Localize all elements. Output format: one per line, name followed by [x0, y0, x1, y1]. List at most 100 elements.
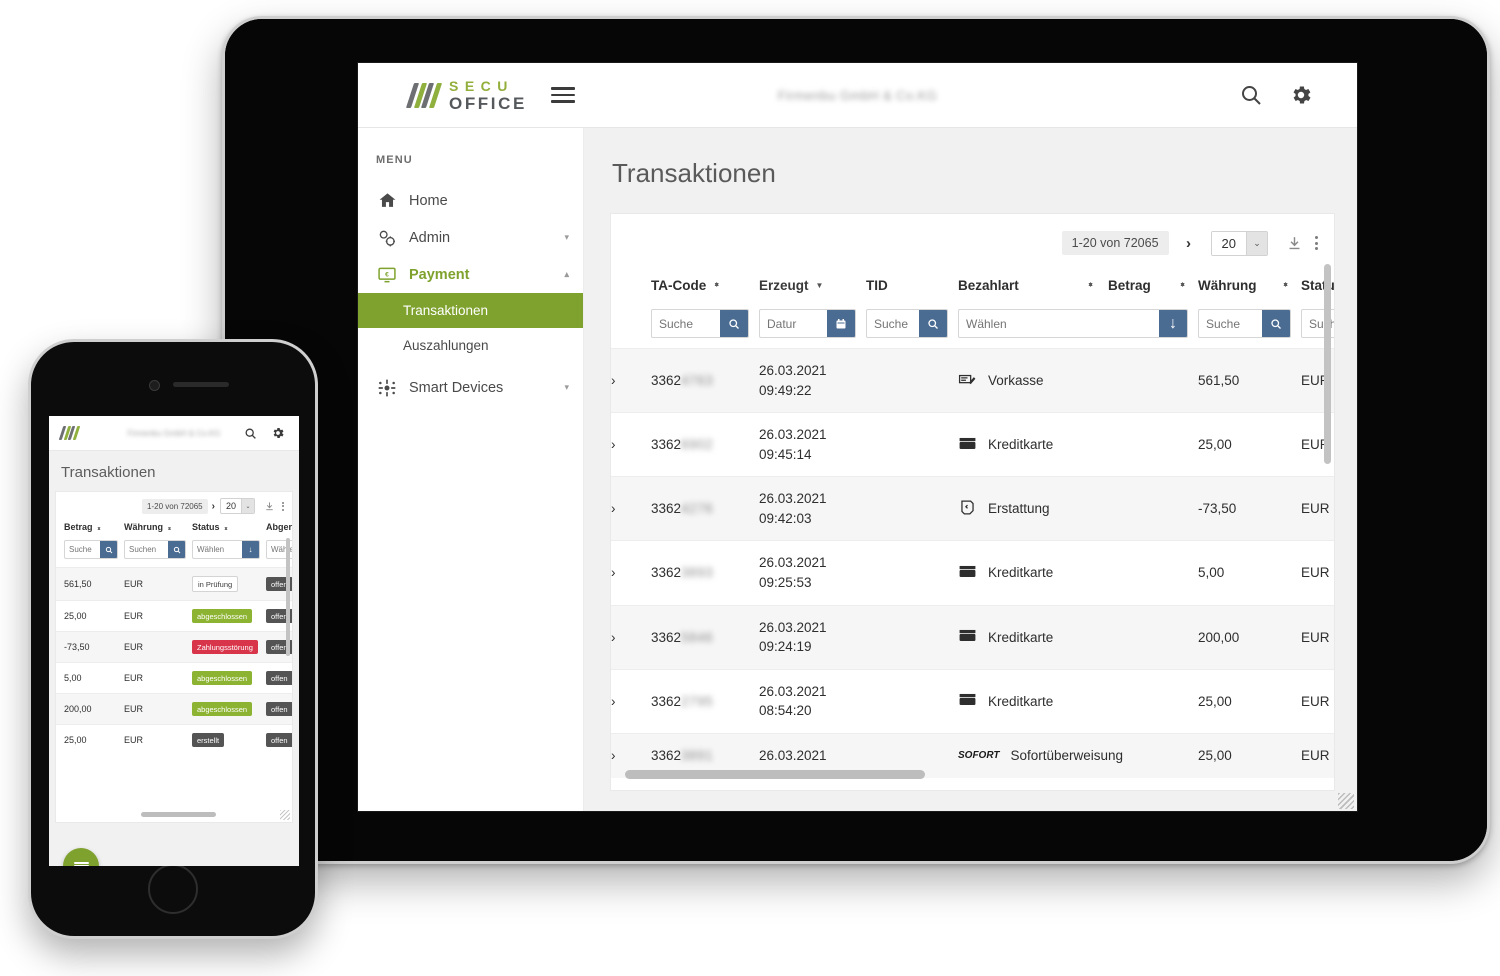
page-size-select[interactable]: 20 ⌄ [1210, 230, 1268, 256]
table-row[interactable]: › 3362 6902 26.03.2021 09:45:14 Kreditkart… [611, 412, 1334, 477]
ta-code-masked: 3893 [681, 565, 714, 581]
expand-row-chevron-icon[interactable]: › [611, 605, 651, 669]
sort-icon[interactable]: ▲ ▼ [1087, 281, 1094, 289]
next-page-button[interactable]: › [1175, 230, 1203, 256]
table-row[interactable]: › 3362 4763 26.03.2021 09:49:22 Vorkasse 5… [611, 348, 1334, 413]
column-header-status[interactable]: Status ▲ ▼ [192, 520, 266, 540]
column-header-abgerechnet[interactable]: Abgerech [266, 520, 292, 540]
search-icon[interactable] [1239, 83, 1263, 107]
dropdown-arrow-icon[interactable]: ↓ [1159, 310, 1187, 337]
filter-input-tid[interactable] [867, 310, 919, 337]
kebab-menu-icon[interactable] [1315, 236, 1318, 250]
sidebar-item-home[interactable]: Home [358, 182, 583, 219]
filter-input-status[interactable] [193, 541, 242, 558]
column-header-waehrung[interactable]: Währung ▲ ▼ [124, 520, 192, 540]
column-header-betrag[interactable]: Betrag ▲ ▼ [1108, 272, 1198, 309]
page-title: Transaktionen [612, 158, 776, 188]
cell-waehrung: EUR [1301, 748, 1330, 764]
page-size-select[interactable]: 20 ⌄ [219, 498, 255, 514]
sidebar-subitem-auszahlungen[interactable]: Auszahlungen [358, 328, 583, 363]
filter-input-betrag[interactable] [65, 541, 100, 558]
resize-grip[interactable] [280, 810, 290, 820]
kebab-menu-icon[interactable] [282, 501, 284, 511]
sort-icon[interactable]: ▲ ▼ [713, 281, 720, 289]
filter-input-ta-code[interactable] [652, 310, 720, 337]
tablet-device-frame: SECU OFFICE Firmenbu GmbH & Co.KG MENU H… [222, 16, 1490, 864]
sidebar-item-admin[interactable]: Admin ▾ [358, 219, 583, 256]
calendar-icon[interactable] [827, 310, 855, 337]
search-icon[interactable] [168, 541, 185, 558]
hamburger-menu-icon [73, 860, 89, 866]
settled-badge: offen [266, 733, 292, 747]
home-button[interactable] [148, 864, 198, 914]
search-icon[interactable] [919, 310, 947, 337]
column-header-bezahlart[interactable]: Bezahlart ▲ ▼ [958, 272, 1108, 309]
sidebar-toggle-hamburger-icon[interactable] [550, 87, 575, 103]
list-item[interactable]: 561,50 EUR in Prüfung offen [56, 567, 292, 601]
pagination-range: 1-20 von 72065 [142, 498, 208, 514]
search-icon[interactable] [100, 541, 117, 558]
credit-card-icon [958, 562, 977, 584]
vertical-scrollbar[interactable] [286, 538, 290, 656]
filter-input-erzeugt[interactable] [760, 310, 827, 337]
sidebar-item-payment[interactable]: € Payment ▴ [358, 256, 583, 293]
list-item[interactable]: 25,00 EUR erstellt offen [56, 724, 292, 756]
app-logo[interactable]: SECU OFFICE [405, 77, 527, 112]
sort-icon[interactable]: ▲ ▼ [1179, 281, 1186, 289]
front-camera [149, 380, 160, 391]
filter-cell-waehrung [124, 540, 192, 568]
expand-row-chevron-icon[interactable]: › [611, 541, 651, 605]
expand-row-chevron-icon[interactable]: › [611, 349, 651, 413]
table-row[interactable]: › 3362 2795 26.03.2021 08:54:20 Kreditkart… [611, 669, 1334, 733]
main-content: Transaktionen 1-20 von 72065 › 20 ⌄ TA-C… [584, 128, 1357, 811]
sort-desc-icon[interactable]: ▼ [816, 281, 824, 290]
column-header-erzeugt[interactable]: Erzeugt ▼ [759, 272, 866, 309]
download-icon[interactable] [1286, 235, 1303, 252]
cell-ta-code: 3362 5846 [651, 605, 759, 669]
resize-grip[interactable] [1338, 793, 1354, 809]
chevron-down-icon[interactable]: ▾ [564, 232, 569, 243]
search-icon[interactable] [1262, 310, 1290, 337]
horizontal-scrollbar[interactable] [625, 770, 925, 779]
table-row[interactable]: › 3362 4276 26.03.2021 09:42:03 Erstattung… [611, 476, 1334, 541]
payment-monitor-icon: € [376, 264, 398, 286]
bezahlart-label: Kreditkarte [988, 437, 1054, 453]
sidebar-item-smart-devices[interactable]: Smart Devices ▾ [358, 369, 583, 406]
filter-input-bezahlart[interactable] [959, 310, 1159, 337]
list-item[interactable]: -73,50 EUR Zahlungsstörung offen [56, 631, 292, 663]
floating-menu-button[interactable] [63, 848, 99, 866]
gear-icon[interactable] [1289, 83, 1313, 107]
sidebar-subitem-transaktionen[interactable]: Transaktionen [358, 293, 583, 328]
table-row[interactable]: › 3362 3893 26.03.2021 09:25:53 Kreditkart… [611, 540, 1334, 605]
column-header-tid[interactable]: TID [866, 272, 958, 309]
cell-status: in Prüfung [192, 568, 266, 601]
column-header-betrag[interactable]: Betrag ▲ ▼ [56, 520, 124, 540]
chevron-up-icon[interactable]: ▴ [564, 269, 569, 280]
next-page-button[interactable]: › [212, 501, 215, 512]
cell-status: abgeschlossen [192, 694, 266, 725]
column-header-waehrung[interactable]: Währung ▲ ▼ [1198, 272, 1301, 309]
sort-icon[interactable]: ▲ ▼ [1282, 281, 1289, 289]
cell-erzeugt: 26.03.2021 08:54:20 [759, 669, 866, 733]
table-row[interactable]: › 3362 5846 26.03.2021 09:24:19 Kreditkart… [611, 605, 1334, 670]
chevron-down-icon[interactable]: ▾ [564, 382, 569, 393]
bezahlart-label: Vorkasse [988, 373, 1044, 389]
expand-row-chevron-icon[interactable]: › [611, 477, 651, 541]
column-header-ta-code[interactable]: TA-Code ▲ ▼ [651, 272, 759, 309]
vertical-scrollbar[interactable] [1324, 264, 1331, 464]
expand-row-chevron-icon[interactable]: › [611, 669, 651, 733]
horizontal-scrollbar[interactable] [141, 812, 216, 817]
filter-input-waehrung[interactable] [125, 541, 168, 558]
list-item[interactable]: 5,00 EUR abgeschlossen offen [56, 662, 292, 694]
filter-input-betrag[interactable] [1199, 310, 1262, 337]
list-item[interactable]: 200,00 EUR abgeschlossen offen [56, 693, 292, 725]
download-icon[interactable] [264, 501, 275, 512]
status-badge: abgeschlossen [192, 609, 253, 623]
logo-line-1: SECU [449, 77, 514, 94]
dropdown-arrow-icon[interactable]: ↓ [242, 541, 259, 558]
expand-row-chevron-icon[interactable]: › [611, 413, 651, 477]
table-filter-row: ↓ [611, 309, 1334, 349]
sofort-icon: SOFORT [958, 750, 1000, 762]
list-item[interactable]: 25,00 EUR abgeschlossen offen [56, 600, 292, 632]
search-icon[interactable] [720, 310, 748, 337]
